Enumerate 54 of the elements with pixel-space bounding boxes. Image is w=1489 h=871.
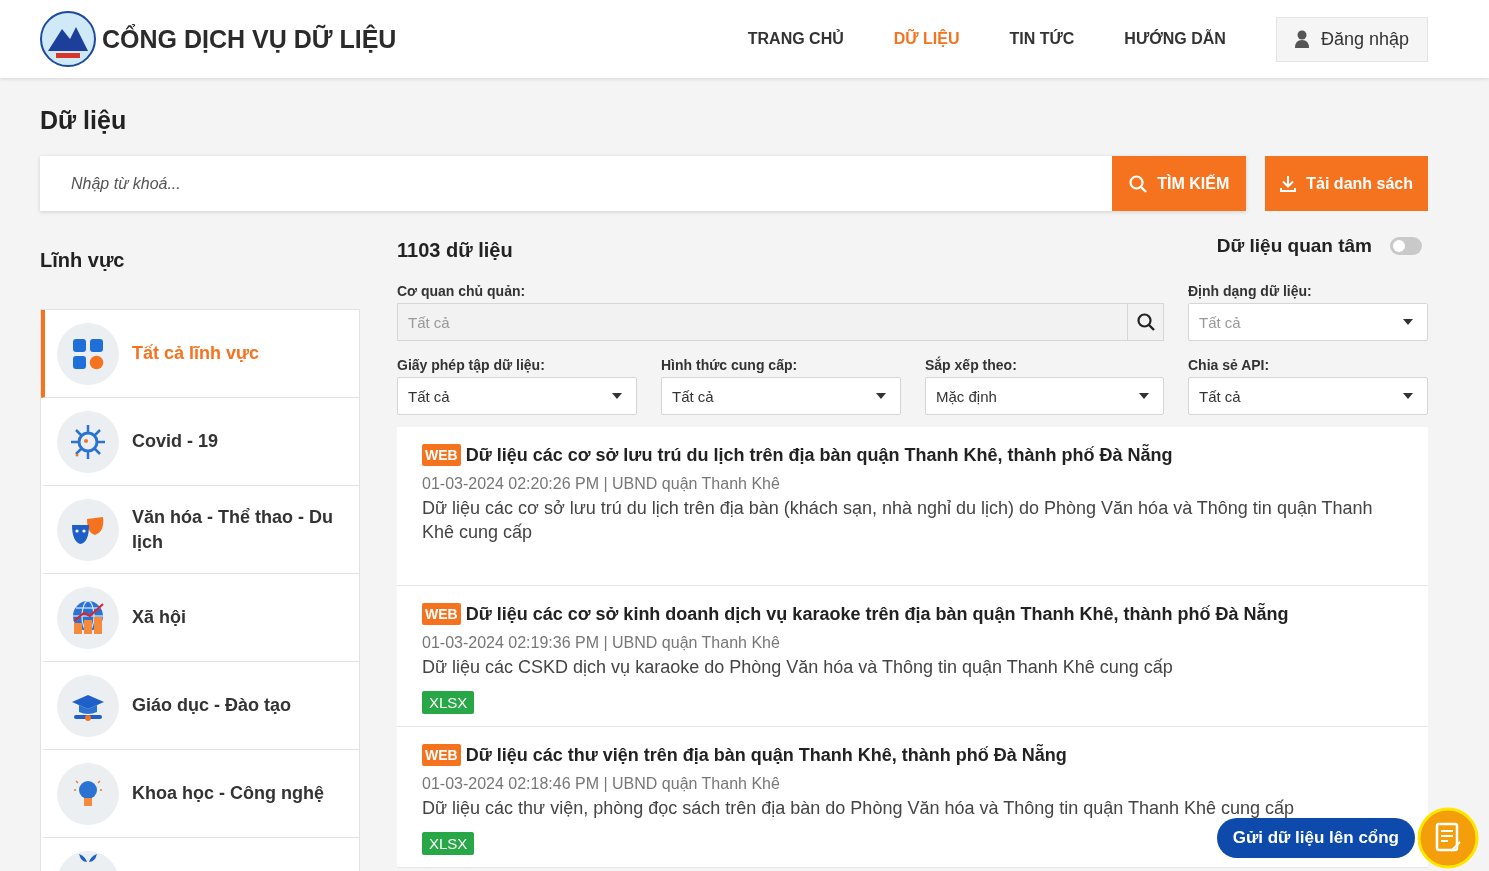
dataset-description: Dữ liệu các thư viện, phòng đọc sách trên địa bàn do Phòng Văn hóa và Thông tin quận Thanh Khê cung cấp <box>422 797 1296 820</box>
user-icon <box>1294 30 1309 48</box>
virus-icon <box>71 424 105 459</box>
category-item[interactable]: Covid - 19 <box>41 398 359 486</box>
leaf-icon <box>78 853 98 863</box>
caret-icon <box>1403 319 1413 325</box>
download-icon <box>1280 175 1297 192</box>
caret-icon <box>876 393 886 399</box>
format-tag: XLSX <box>422 691 475 714</box>
dataset-description: Dữ liệu các CSKD dịch vụ karaoke do Phòng Văn hóa và Thông tin quận Thanh Khê cung cấp <box>422 656 1174 679</box>
filter-dropdown[interactable]: Tất cả <box>397 377 637 415</box>
web-badge: WEB <box>422 603 461 625</box>
login-button[interactable]: Đăng nhập <box>1275 16 1428 62</box>
filter-label: Định dạng dữ liệu: <box>1188 283 1313 299</box>
toggle-switch[interactable] <box>1390 237 1422 255</box>
filter-label: Sắp xếp theo: <box>925 357 1018 373</box>
caret-icon <box>1139 393 1149 399</box>
web-badge: WEB <box>422 744 461 766</box>
caret-icon <box>612 393 622 399</box>
filter-label: Giấy phép tập dữ liệu: <box>397 357 546 373</box>
category-item[interactable]: Xã hội <box>41 574 359 662</box>
category-item[interactable]: Giáo dục - Đào tạo <box>41 662 359 750</box>
dataset-meta: 01-03-2024 02:18:46 PM | UBND quận Thanh Khê <box>422 775 781 793</box>
toggle-label: Dữ liệu quan tâm <box>1216 235 1372 257</box>
dataset-description: Dữ liệu các cơ sở lưu trú du lịch trên địa bàn (khách sạn, nhà nghỉ du lịch) do Phòng Văn hóa và Thông tin quận Thanh Khê cung cấp <box>422 497 1374 544</box>
filter-dropdown[interactable]: Tất cả <box>1188 377 1428 415</box>
submit-data-button[interactable]: Gửi dữ liệu lên cổng <box>1216 818 1415 858</box>
grid-icon <box>71 336 105 371</box>
nav-link[interactable]: TRANG CHỦ <box>747 30 844 48</box>
caret-icon <box>1403 393 1413 399</box>
result-count: 1103 dữ liệu <box>397 238 513 262</box>
dataset-meta: 01-03-2024 02:20:26 PM | UBND quận Thanh Khê <box>422 475 781 493</box>
nav-link[interactable]: TIN TỨC <box>1009 30 1075 48</box>
notepad-icon[interactable] <box>1417 807 1479 869</box>
filter-label: Cơ quan chủ quản: <box>397 283 527 299</box>
logo-icon <box>40 11 96 67</box>
format-tag: XLSX <box>422 832 475 855</box>
dataset-title[interactable]: Dữ liệu các cơ sở lưu trú du lịch trên địa bàn quận Thanh Khê, thành phố Đà Nẵng <box>465 444 1173 466</box>
filter-dropdown[interactable]: Mặc định <box>925 377 1164 415</box>
globe-chart-icon <box>71 600 105 635</box>
nav-link[interactable]: HƯỚNG DẪN <box>1124 30 1226 48</box>
dataset-meta: 01-03-2024 02:19:36 PM | UBND quận Thanh Khê <box>422 634 781 652</box>
filter-label: Chia sẻ API: <box>1188 357 1271 373</box>
page-title: Dữ liệu <box>40 105 128 136</box>
dataset-title[interactable]: Dữ liệu các thư viện trên địa bàn quận Thanh Khê, thành phố Đà Nẵng <box>465 744 1067 766</box>
category-item[interactable]: Khoa học - Công nghệ <box>41 750 359 838</box>
filter-dropdown[interactable]: Tất cả <box>661 377 901 415</box>
filter-label: Hình thức cung cấp: <box>661 357 799 373</box>
category-item[interactable]: Văn hóa - Thể thao - Du lịch <box>41 486 359 574</box>
section-title: Lĩnh vực <box>40 248 126 273</box>
web-badge: WEB <box>422 444 461 466</box>
search-icon <box>1129 174 1148 193</box>
site-title: CỔNG DỊCH VỤ DỮ LIỆU <box>102 24 397 54</box>
dataset-title[interactable]: Dữ liệu các cơ sở kinh doanh dịch vụ karaoke trên địa bàn quận Thanh Khê, thành phố Đà Nẵng <box>465 603 1289 625</box>
